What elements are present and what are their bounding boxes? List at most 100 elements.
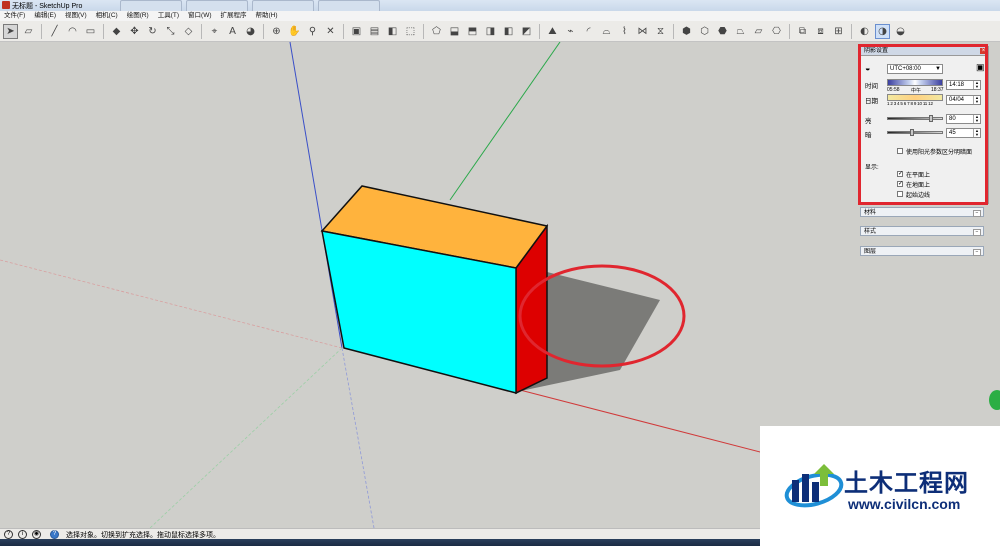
light-input[interactable]: 80 ▲ ▼ — [946, 114, 981, 124]
sandbox-contours-icon[interactable]: ⛰ — [545, 24, 560, 39]
sandbox-detail-icon[interactable]: ⋈ — [635, 24, 650, 39]
on-faces-checkbox[interactable]: ✓ — [897, 171, 903, 177]
front-view-icon[interactable]: ⬒ — [465, 24, 480, 39]
date-input[interactable]: 04/04 ▲ ▼ — [946, 95, 981, 105]
rotate-tool-icon[interactable]: ↻ — [145, 24, 160, 39]
outer-shell-icon[interactable]: ⎔ — [769, 24, 784, 39]
select-tool-icon[interactable]: ➤ — [3, 23, 18, 39]
credits-icon[interactable]: i — [18, 530, 27, 539]
sandbox-flip-icon[interactable]: ⧖ — [653, 24, 668, 39]
solid-subtract-icon[interactable]: ⬡ — [697, 24, 712, 39]
tray-label: 材料 — [864, 210, 877, 216]
dialog-expand-icon[interactable]: ▣ — [976, 62, 985, 73]
menu-edit[interactable]: 编辑(E) — [34, 11, 56, 21]
from-edges-label: 起始边线 — [906, 193, 931, 199]
blue-axis-up — [289, 42, 343, 349]
arc-tool-icon[interactable]: ◠ — [65, 24, 80, 39]
menu-camera[interactable]: 相机(C) — [96, 11, 118, 21]
section-cut-icon[interactable]: ⊞ — [831, 24, 846, 39]
menu-window[interactable]: 窗口(W) — [188, 11, 211, 21]
time-slider[interactable] — [887, 79, 943, 86]
dark-slider[interactable] — [887, 131, 943, 134]
components-icon[interactable]: ▤ — [367, 24, 382, 39]
solid-trim-icon[interactable]: ⏢ — [733, 24, 748, 39]
sketchup-app-icon — [2, 1, 10, 9]
back-view-icon[interactable]: ◧ — [501, 24, 516, 39]
window-tab[interactable] — [318, 0, 380, 11]
from-edges-checkbox[interactable] — [897, 191, 903, 197]
menu-tools[interactable]: 工具(T) — [158, 11, 179, 21]
use-sun-checkbox[interactable] — [897, 148, 903, 154]
window-tab[interactable] — [252, 0, 314, 11]
expand-icon[interactable]: − — [973, 249, 981, 256]
main-toolbar: ➤ ▱ ╱ ◠ ▭ ◆ ✥ ↻ ⤡ ◇ ⌖ A ◕ ⊕ ✋ ⚲ ✕ ▣ ▤ ◧ … — [0, 21, 1000, 42]
push-pull-tool-icon[interactable]: ◆ — [109, 24, 124, 39]
date-slider[interactable] — [887, 94, 943, 101]
eraser-tool-icon[interactable]: ▱ — [21, 24, 36, 39]
time-start: 05:58 — [887, 87, 900, 93]
timezone-select[interactable]: UTC+08:00 ▼ — [887, 64, 943, 74]
right-view-icon[interactable]: ◨ — [483, 24, 498, 39]
paint-bucket-tool-icon[interactable]: ◕ — [243, 24, 258, 39]
dark-input[interactable]: 45 ▲ ▼ — [946, 128, 981, 138]
section-display-icon[interactable]: ⧈ — [813, 24, 828, 39]
dark-slider-thumb[interactable] — [910, 129, 915, 136]
zoom-extents-tool-icon[interactable]: ✕ — [323, 24, 338, 39]
shadows-toggle-icon[interactable]: ◑ — [875, 23, 890, 39]
sandbox-drape-icon[interactable]: ⌇ — [617, 24, 632, 39]
on-ground-checkbox[interactable]: ✓ — [897, 181, 903, 187]
solid-union-icon[interactable]: ⬢ — [679, 24, 694, 39]
pan-tool-icon[interactable]: ✋ — [287, 24, 302, 39]
expand-icon[interactable]: − — [973, 210, 981, 217]
move-tool-icon[interactable]: ✥ — [127, 24, 142, 39]
toolbar-separator — [201, 23, 202, 39]
floating-green-button[interactable] — [989, 390, 1000, 410]
line-tool-icon[interactable]: ╱ — [47, 24, 62, 39]
light-slider-thumb[interactable] — [928, 115, 933, 122]
tray-layers[interactable]: 图层 − — [860, 246, 984, 256]
spin-down-icon[interactable]: ▼ — [973, 133, 980, 137]
menu-file[interactable]: 文件(F) — [4, 11, 25, 21]
tray-styles[interactable]: 样式 − — [860, 226, 984, 236]
time-input[interactable]: 14:18 ▲ ▼ — [946, 80, 981, 90]
menu-view[interactable]: 视图(V) — [65, 11, 87, 21]
sandbox-stamp-icon[interactable]: ⌓ — [599, 24, 614, 39]
tape-measure-tool-icon[interactable]: ⌖ — [207, 24, 222, 39]
expand-icon[interactable]: − — [973, 229, 981, 236]
user-icon[interactable]: ◉ — [32, 530, 41, 539]
share-model-icon[interactable]: ◧ — [385, 24, 400, 39]
close-icon[interactable]: × — [980, 48, 987, 54]
toolbar-separator — [851, 23, 852, 39]
orbit-tool-icon[interactable]: ⊕ — [269, 24, 284, 39]
solid-split-icon[interactable]: ⏥ — [751, 24, 766, 39]
extension-warehouse-icon[interactable]: ⬚ — [403, 24, 418, 39]
iso-view-icon[interactable]: ⬠ — [429, 24, 444, 39]
window-tab[interactable] — [120, 0, 182, 11]
menu-help[interactable]: 帮助(H) — [256, 11, 278, 21]
geo-location-icon[interactable]: ? — [4, 530, 13, 539]
text-tool-icon[interactable]: A — [225, 24, 240, 39]
rectangle-tool-icon[interactable]: ▭ — [83, 24, 98, 39]
shadow-toggle-icon[interactable]: ◒ — [865, 63, 870, 73]
top-view-icon[interactable]: ⬓ — [447, 24, 462, 39]
fog-icon[interactable]: ◒ — [893, 24, 908, 39]
left-view-icon[interactable]: ◩ — [519, 24, 534, 39]
tray-materials[interactable]: 材料 − — [860, 207, 984, 217]
zoom-tool-icon[interactable]: ⚲ — [305, 24, 320, 39]
sandbox-smoove-icon[interactable]: ◜ — [581, 24, 596, 39]
warehouse-icon[interactable]: ▣ — [349, 24, 364, 39]
menu-extensions[interactable]: 扩展程序 — [221, 11, 247, 21]
sandbox-scratch-icon[interactable]: ⌁ — [563, 24, 578, 39]
window-tab[interactable] — [186, 0, 248, 11]
spin-down-icon[interactable]: ▼ — [973, 119, 980, 123]
help-icon[interactable]: ? — [50, 530, 59, 539]
spin-down-icon[interactable]: ▼ — [973, 100, 980, 104]
section-plane-icon[interactable]: ⧉ — [795, 24, 810, 39]
offset-tool-icon[interactable]: ◇ — [181, 24, 196, 39]
menu-draw[interactable]: 绘图(R) — [127, 11, 149, 21]
spin-down-icon[interactable]: ▼ — [973, 85, 980, 89]
solid-intersect-icon[interactable]: ⬣ — [715, 24, 730, 39]
light-slider[interactable] — [887, 117, 943, 120]
xray-icon[interactable]: ◐ — [857, 24, 872, 39]
scale-tool-icon[interactable]: ⤡ — [163, 24, 178, 39]
